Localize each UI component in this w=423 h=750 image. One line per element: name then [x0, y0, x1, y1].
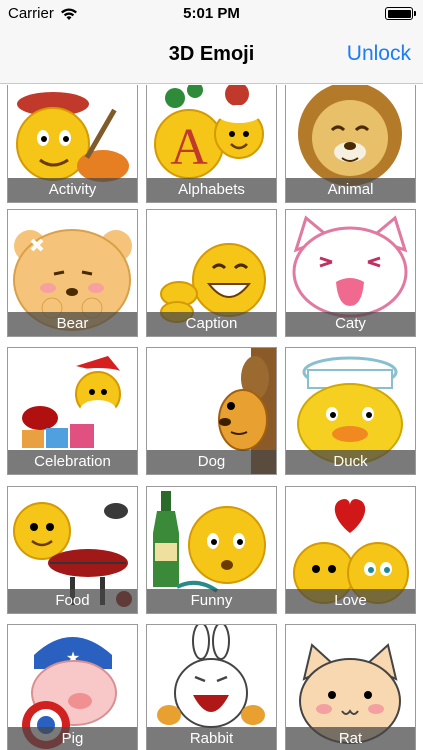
- category-label: Dog: [147, 450, 276, 474]
- category-tile-celebration[interactable]: Celebration: [7, 347, 138, 475]
- category-label: Alphabets: [147, 178, 276, 202]
- category-tile-love[interactable]: Love: [285, 486, 416, 614]
- category-label: Rabbit: [147, 727, 276, 750]
- category-tile-funny[interactable]: Funny: [146, 486, 277, 614]
- category-label: Animal: [286, 178, 415, 202]
- category-tile-rat[interactable]: Rat: [285, 624, 416, 750]
- unlock-button[interactable]: Unlock: [347, 42, 411, 66]
- category-tile-pig[interactable]: ★ Pig: [7, 624, 138, 750]
- navigation-bar: 3D Emoji Unlock: [0, 28, 423, 84]
- category-tile-rabbit[interactable]: Rabbit: [146, 624, 277, 750]
- category-label: Rat: [286, 727, 415, 750]
- emoji-category-grid[interactable]: Activity A Alphabets Animal Bear Caption…: [0, 85, 423, 750]
- category-tile-activity[interactable]: Activity: [7, 85, 138, 203]
- category-tile-bear[interactable]: Bear: [7, 209, 138, 337]
- category-label: Pig: [8, 727, 137, 750]
- category-label: Duck: [286, 450, 415, 474]
- status-bar: Carrier 5:01 PM: [0, 0, 423, 28]
- category-tile-caty[interactable]: Caty: [285, 209, 416, 337]
- category-label: Caty: [286, 312, 415, 336]
- category-tile-dog[interactable]: Dog: [146, 347, 277, 475]
- category-label: Food: [8, 589, 137, 613]
- status-time: 5:01 PM: [183, 5, 240, 22]
- category-label: Caption: [147, 312, 276, 336]
- category-label: Activity: [8, 178, 137, 202]
- category-tile-food[interactable]: Food: [7, 486, 138, 614]
- category-label: Bear: [8, 312, 137, 336]
- category-tile-duck[interactable]: Duck: [285, 347, 416, 475]
- category-label: Funny: [147, 589, 276, 613]
- category-label: Celebration: [8, 450, 137, 474]
- category-tile-caption[interactable]: Caption: [146, 209, 277, 337]
- category-tile-alphabets[interactable]: A Alphabets: [146, 85, 277, 203]
- svg-text:A: A: [170, 119, 208, 176]
- category-label: Love: [286, 589, 415, 613]
- battery-icon: [385, 7, 416, 20]
- category-tile-animal[interactable]: Animal: [285, 85, 416, 203]
